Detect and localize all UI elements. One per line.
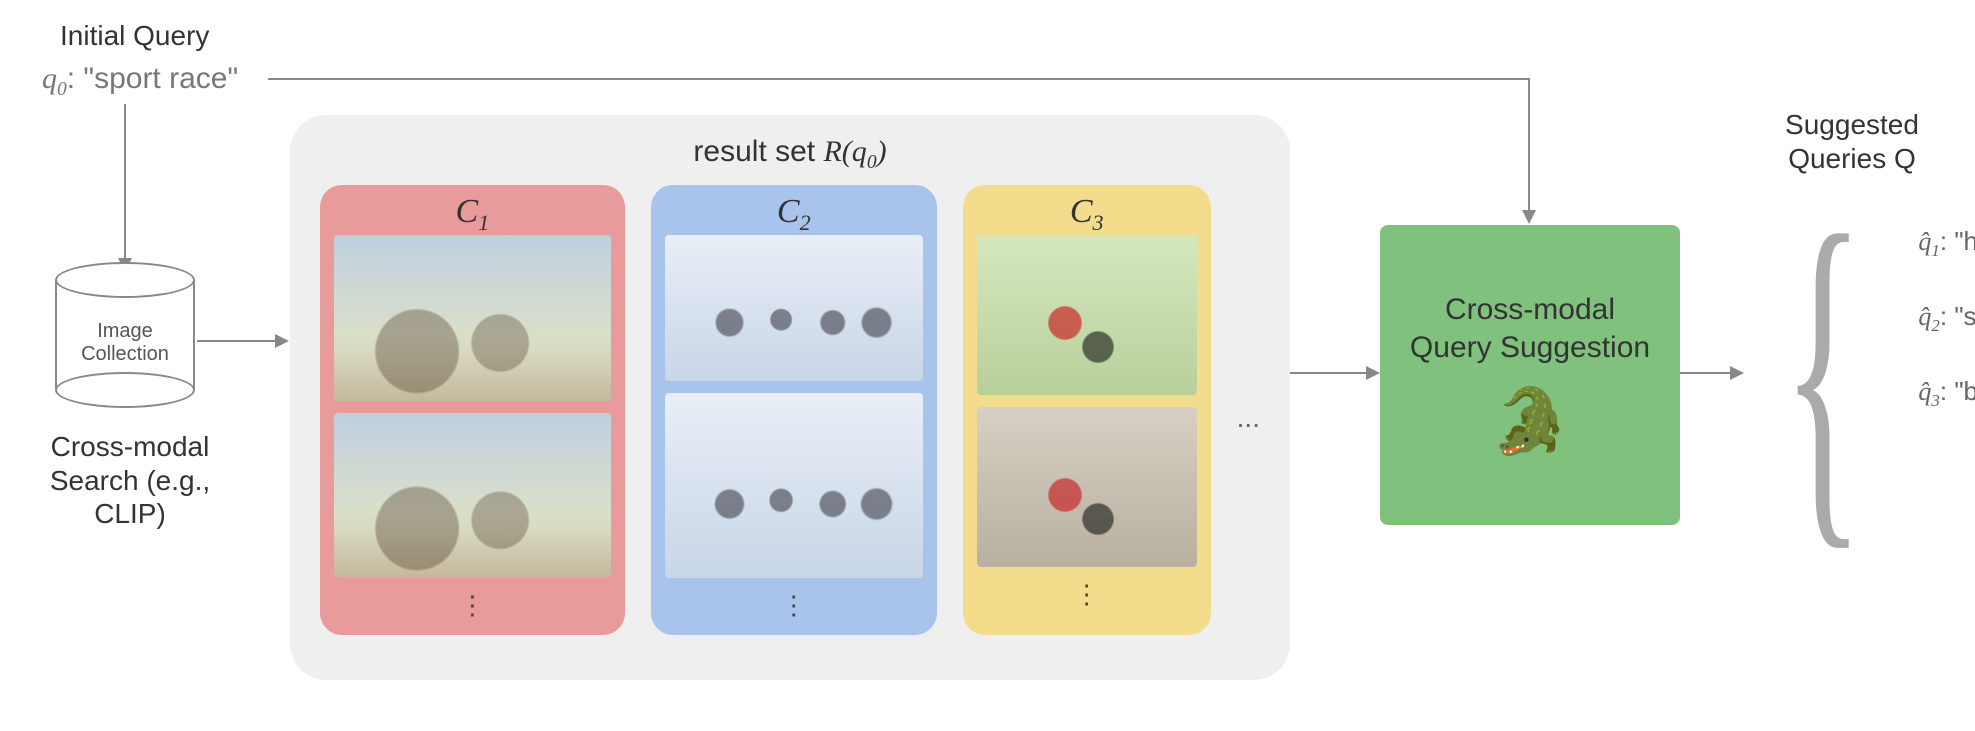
cluster-c3: C3 ⋮ xyxy=(963,185,1211,635)
arrowhead-results-to-module xyxy=(1366,366,1380,380)
arrow-q0-to-module-v xyxy=(1528,78,1530,212)
suggested-q1: q̂1: "horse race" xyxy=(1918,226,1975,261)
initial-query-value: q0: "sport race" xyxy=(42,62,238,101)
thumb-snow-2 xyxy=(665,393,923,578)
arrow-module-to-output xyxy=(1680,372,1732,374)
arrow-results-to-module xyxy=(1290,372,1368,374)
suggested-q2: q̂2: "snow race" xyxy=(1918,301,1975,336)
crocodile-icon: 🐊 xyxy=(1490,384,1570,459)
suggested-ellipsis: ⋮ xyxy=(1918,452,1975,483)
cluster-c1: C1 ⋮ xyxy=(320,185,625,635)
cluster-c2: C2 ⋮ xyxy=(651,185,937,635)
q0-text: "sport race" xyxy=(83,62,238,95)
arrow-db-to-results xyxy=(197,340,277,342)
query-suggestion-module: Cross-modal Query Suggestion 🐊 xyxy=(1380,225,1680,525)
arrowhead-db-to-results xyxy=(275,334,289,348)
cluster-c1-label: C1 xyxy=(320,193,625,236)
thumb-horse-1 xyxy=(334,235,611,401)
thumb-moto-1 xyxy=(977,235,1197,395)
output-set: { q̂1: "horse race" q̂2: "snow race" q̂3… xyxy=(1732,180,1962,580)
arrowhead-q0-to-module xyxy=(1522,210,1536,224)
c1-ellipsis: ⋮ xyxy=(459,590,485,621)
suggested-queries-list: q̂1: "horse race" q̂2: "snow race" q̂3: … xyxy=(1914,180,1975,580)
suggested-q3: q̂3: "bike race" xyxy=(1918,376,1975,411)
q0-sub: 0 xyxy=(57,79,67,100)
thumb-horse-2 xyxy=(334,413,611,579)
clusters-ellipsis: ... xyxy=(1237,402,1260,434)
q0-var: q xyxy=(42,62,57,95)
thumb-snow-1 xyxy=(665,235,923,381)
c2-ellipsis: ⋮ xyxy=(781,590,807,621)
cluster-c2-label: C2 xyxy=(651,193,937,236)
c3-ellipsis: ⋮ xyxy=(1074,579,1100,610)
module-title: Cross-modal Query Suggestion xyxy=(1410,291,1650,366)
image-collection-db: Image Collection xyxy=(55,280,195,390)
cluster-c3-label: C3 xyxy=(963,193,1211,236)
db-label: Image Collection xyxy=(55,320,195,366)
initial-query-title: Initial Query xyxy=(60,20,209,52)
brace-left-icon: { xyxy=(1782,180,1864,580)
arrow-q0-to-db xyxy=(124,104,126,260)
search-caption: Cross-modal Search (e.g., CLIP) xyxy=(20,430,240,531)
thumb-moto-2 xyxy=(977,407,1197,567)
result-set-panel: result set R(q0) C1 ⋮ C2 ⋮ C3 ⋮ ... xyxy=(290,115,1290,680)
arrow-q0-to-module-h xyxy=(268,78,1530,80)
result-set-title: result set R(q0) xyxy=(290,135,1290,174)
